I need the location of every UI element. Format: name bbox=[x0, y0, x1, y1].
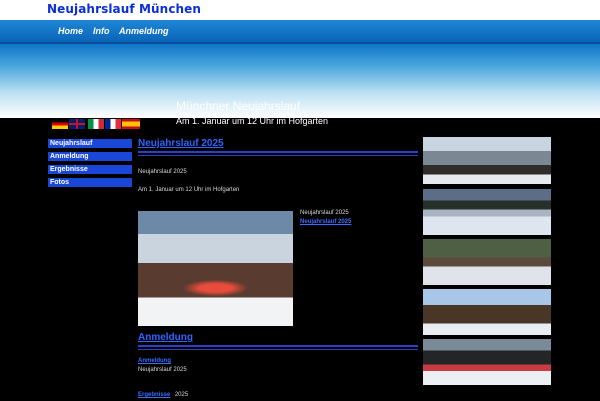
anmeldung-text: Neujahrslauf 2025 bbox=[138, 367, 187, 373]
nav-anmeldung[interactable]: Anmeldung bbox=[119, 26, 169, 36]
ergebnisse-text: 2025 bbox=[174, 392, 189, 398]
nav-info[interactable]: Info bbox=[93, 26, 110, 36]
divider bbox=[138, 151, 418, 153]
flag-it-icon[interactable] bbox=[88, 119, 104, 129]
flag-de-icon[interactable] bbox=[52, 119, 68, 129]
section-heading-2[interactable]: Anmeldung bbox=[138, 332, 418, 343]
sidebar-item-ergebnisse[interactable]: Ergebnisse bbox=[48, 165, 132, 174]
photo-start-banner bbox=[423, 137, 551, 184]
banner-title: Münchner Neujahrslauf bbox=[176, 99, 301, 113]
info-text: Am 1. Januar um 12 Uhr im Hofgarten bbox=[138, 187, 240, 193]
anmeldung-link[interactable]: Anmeldung bbox=[138, 358, 418, 364]
flag-uk-icon[interactable] bbox=[69, 119, 85, 129]
banner-subtitle: Am 1. Januar um 12 Uhr im Hofgarten bbox=[176, 116, 329, 126]
photo-caption: Neujahrslauf 2025 bbox=[300, 210, 349, 216]
group-photo bbox=[138, 211, 293, 326]
sidebar-item-neujahrslauf[interactable]: Neujahrslauf bbox=[48, 139, 132, 148]
flag-es-icon[interactable] bbox=[122, 119, 140, 129]
sidebar: Neujahrslauf Anmeldung Ergebnisse Fotos bbox=[48, 139, 132, 191]
photo-pagoda bbox=[423, 289, 551, 335]
nav-home[interactable]: Home bbox=[58, 26, 83, 36]
banner: Münchner Neujahrslauf Am 1. Januar um 12… bbox=[0, 44, 600, 126]
photo-link[interactable]: Neujahrslauf 2025 bbox=[300, 219, 418, 225]
photo-runners bbox=[423, 239, 551, 285]
flag-fr-icon[interactable] bbox=[105, 119, 121, 129]
main-nav: Home Info Anmeldung bbox=[0, 20, 600, 44]
divider bbox=[138, 345, 418, 347]
divider bbox=[138, 155, 418, 156]
sidebar-item-fotos[interactable]: Fotos bbox=[48, 178, 132, 187]
top-bar: Neujahrslauf München bbox=[0, 0, 600, 20]
main-content: Neujahrslauf 2025 Neujahrslauf 2025 Am 1… bbox=[138, 138, 418, 193]
intro-text: Neujahrslauf 2025 bbox=[138, 169, 187, 175]
photo-snowy-lake bbox=[423, 189, 551, 235]
sidebar-item-anmeldung[interactable]: Anmeldung bbox=[48, 152, 132, 161]
section-heading-1[interactable]: Neujahrslauf 2025 bbox=[138, 138, 418, 149]
divider bbox=[138, 349, 418, 350]
ergebnisse-link[interactable]: Ergebnisse bbox=[138, 392, 170, 398]
photo-runners-snow bbox=[423, 339, 551, 385]
site-title[interactable]: Neujahrslauf München bbox=[47, 2, 201, 16]
